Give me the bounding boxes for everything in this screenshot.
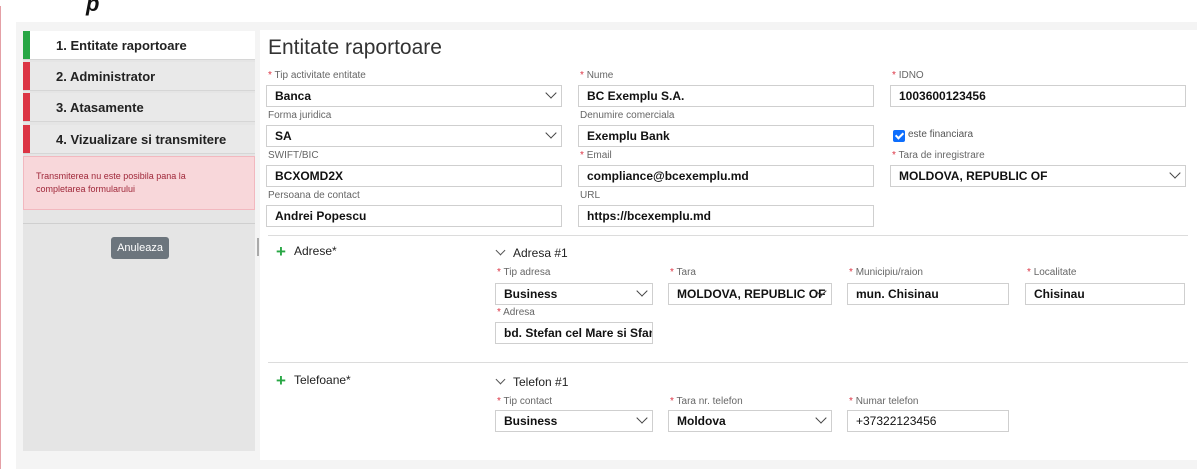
- step-status-bar: [23, 93, 30, 121]
- localitate-label: * Localitate: [1027, 267, 1077, 278]
- adresa-label: * Adresa: [497, 307, 535, 318]
- alert-text: Transmiterea nu este posibila pana la co…: [36, 171, 186, 194]
- chevron-down-icon[interactable]: [495, 245, 506, 256]
- este-financiara-label: este financiara: [908, 129, 974, 140]
- page-title: Entitate raportoare: [268, 36, 442, 59]
- step-label: 2. Administrator: [56, 69, 156, 84]
- step-atasamente[interactable]: 3. Atasamente: [23, 93, 255, 122]
- forma-juridica-select[interactable]: SA: [266, 125, 562, 147]
- chevron-down-icon: [545, 87, 557, 99]
- municipiu-input[interactable]: mun. Chisinau: [847, 283, 1009, 305]
- municipiu-label: * Municipiu/raion: [849, 267, 923, 278]
- idno-label: * IDNO: [892, 70, 924, 81]
- persoana-contact-label: Persoana de contact: [268, 190, 360, 201]
- forma-juridica-label: Forma juridica: [268, 110, 332, 121]
- tip-adresa-select[interactable]: Business: [495, 283, 653, 305]
- tara-telefon-label: * Tara nr. telefon: [670, 396, 743, 407]
- form-panel: Entitate raportoare * Tip activitate ent…: [260, 30, 1197, 460]
- idno-input[interactable]: 1003600123456: [890, 85, 1186, 107]
- chevron-down-icon: [815, 412, 827, 424]
- wizard-sidebar: 1. Entitate raportoare 2. Administrator …: [23, 31, 255, 451]
- denumire-comerciala-label: Denumire comerciala: [580, 110, 675, 121]
- swift-label: SWIFT/BIC: [268, 150, 319, 161]
- step-administrator[interactable]: 2. Administrator: [23, 62, 255, 91]
- section-divider: [268, 362, 1188, 363]
- step-entitate-raportoare[interactable]: 1. Entitate raportoare: [23, 31, 255, 60]
- localitate-input[interactable]: Chisinau: [1025, 283, 1185, 305]
- chevron-down-icon: [636, 412, 648, 424]
- resize-handle[interactable]: [257, 238, 259, 256]
- email-input[interactable]: compliance@bcexemplu.md: [578, 165, 874, 187]
- tip-activitate-label: * Tip activitate entitate: [268, 70, 366, 81]
- tara-inregistrare-label: * Tara de inregistrare: [892, 150, 985, 161]
- tip-contact-label: * Tip contact: [497, 396, 553, 407]
- chevron-down-icon: [545, 127, 557, 139]
- chevron-down-icon[interactable]: [495, 374, 506, 385]
- adresa-item-title: Adresa #1: [513, 246, 568, 260]
- adrese-section-title: Adrese*: [294, 244, 337, 258]
- chevron-down-icon: [1169, 167, 1181, 179]
- tara-adresa-label: * Tara: [670, 267, 696, 278]
- swift-input[interactable]: BCXOMD2X: [266, 165, 562, 187]
- este-financiara-checkbox[interactable]: [893, 130, 905, 142]
- email-label: * Email: [580, 150, 612, 161]
- persoana-contact-input[interactable]: Andrei Popescu: [266, 205, 562, 227]
- cancel-button[interactable]: Anuleaza: [111, 237, 169, 259]
- nume-label: * Nume: [580, 70, 614, 81]
- section-divider: [268, 235, 1188, 236]
- plus-icon[interactable]: +: [276, 243, 286, 260]
- step-label: 4. Vizualizare si transmitere: [56, 132, 227, 147]
- tara-telefon-select[interactable]: Moldova: [668, 410, 832, 432]
- tara-adresa-select[interactable]: MOLDOVA, REPUBLIC OF: [668, 283, 832, 305]
- header-partial-title: p: [86, 0, 100, 16]
- step-status-bar: [23, 31, 30, 59]
- telefon-item-title: Telefon #1: [513, 375, 569, 389]
- step-vizualizare-transmitere[interactable]: 4. Vizualizare si transmitere: [23, 125, 255, 154]
- tip-activitate-select[interactable]: Banca: [266, 85, 562, 107]
- tara-inregistrare-select[interactable]: MOLDOVA, REPUBLIC OF: [890, 165, 1186, 187]
- top-band: [0, 0, 1197, 6]
- denumire-comerciala-input[interactable]: Exemplu Bank: [578, 125, 874, 147]
- step-label: 3. Atasamente: [56, 100, 144, 115]
- adresa-input[interactable]: bd. Stefan cel Mare si Sfant: [495, 322, 653, 344]
- submit-blocked-alert: Transmiterea nu este posibila pana la co…: [23, 156, 255, 210]
- telefoane-section-title: Telefoane*: [294, 373, 351, 387]
- numar-telefon-label: * Numar telefon: [849, 396, 919, 407]
- chevron-down-icon: [636, 285, 648, 297]
- url-label: URL: [580, 190, 601, 201]
- numar-telefon-input[interactable]: +37322123456: [847, 410, 1009, 432]
- sidebar-divider: [23, 223, 255, 224]
- plus-icon[interactable]: +: [276, 372, 286, 389]
- step-status-bar: [23, 62, 30, 90]
- url-input[interactable]: https://bcexemplu.md: [578, 205, 874, 227]
- step-status-bar: [23, 125, 30, 153]
- tip-adresa-label: * Tip adresa: [497, 267, 551, 278]
- step-label: 1. Entitate raportoare: [56, 38, 187, 53]
- tip-contact-select[interactable]: Business: [495, 410, 653, 432]
- nume-input[interactable]: BC Exemplu S.A.: [578, 85, 874, 107]
